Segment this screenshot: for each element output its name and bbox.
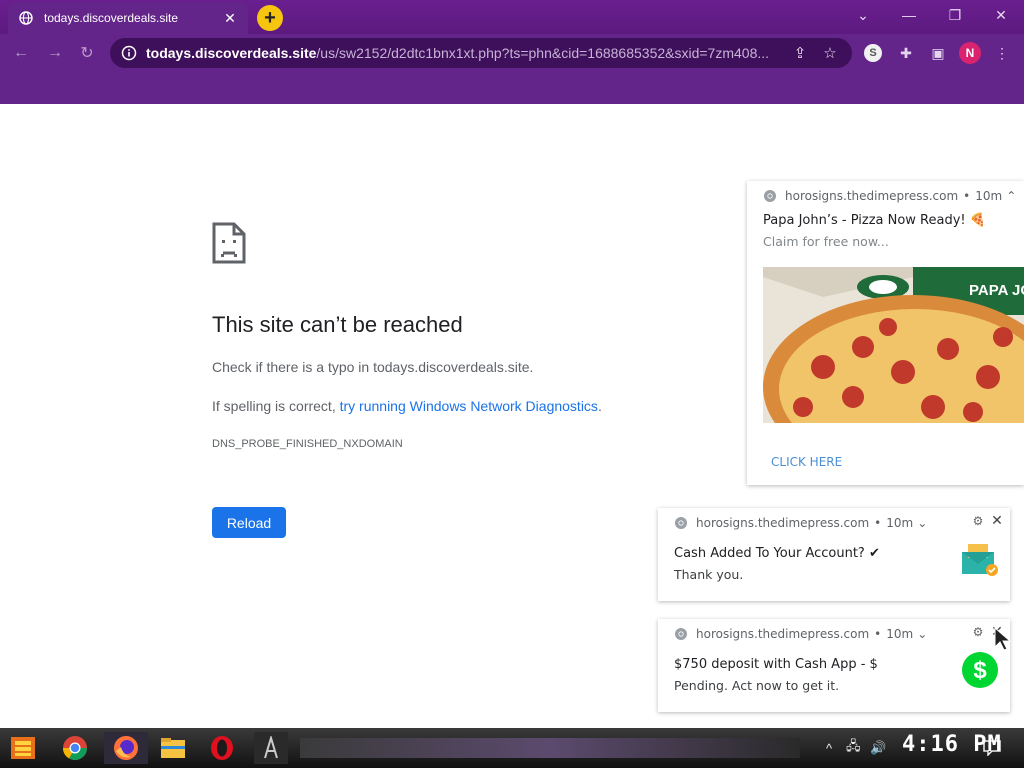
pizza-image[interactable]: PAPA JO xyxy=(763,267,1024,423)
globe-icon xyxy=(18,10,34,26)
notification-pizza[interactable]: horosigns.thedimepress.com • 10m ⌃ Papa … xyxy=(747,181,1024,485)
svg-text:PAPA JO: PAPA JO xyxy=(969,282,1024,299)
toolbar: ← → ↻ todays.discoverdeals.site/us/sw215… xyxy=(0,34,1024,72)
notification-source: horosigns.thedimepress.com xyxy=(696,627,870,641)
extension-s-icon[interactable]: S xyxy=(864,44,882,62)
app-icon[interactable] xyxy=(254,732,288,764)
notification-body: Pending. Act now to get it. xyxy=(674,678,840,693)
info-icon[interactable] xyxy=(120,44,138,62)
start-button[interactable] xyxy=(6,732,40,764)
forward-icon[interactable]: → xyxy=(42,40,68,66)
notification-title: Papa John’s - Pizza Now Ready! 🍕 xyxy=(763,213,986,228)
profile-avatar[interactable]: N xyxy=(959,42,981,64)
firefox-icon[interactable] xyxy=(104,732,148,764)
chevron-down-icon[interactable]: ⌄ xyxy=(917,516,927,530)
diagnostics-link[interactable]: try running Windows Network Diagnostics xyxy=(340,398,598,414)
screen: todays.discoverdeals.site ✕ + ⌄ — ❐ ✕ ← … xyxy=(0,0,1024,768)
chrome-icon xyxy=(764,190,776,202)
url-path: /us/sw2152/d2dtc1bnx1xt.php?ts=phn&cid=1… xyxy=(316,45,770,61)
new-tab-icon[interactable]: + xyxy=(257,5,283,31)
tab-strip: todays.discoverdeals.site ✕ + ⌄ — ❐ ✕ xyxy=(0,0,1024,34)
volume-icon[interactable]: 🔊 xyxy=(870,738,886,758)
notification-cash-added[interactable]: horosigns.thedimepress.com • 10m ⌄ ⚙ ✕ C… xyxy=(658,508,1010,601)
chevron-up-icon[interactable]: ^ xyxy=(826,738,832,758)
error-title: This site can’t be reached xyxy=(212,312,463,337)
chevron-down-icon[interactable]: ⌄ xyxy=(840,0,886,30)
money-envelope-icon xyxy=(962,544,998,576)
close-window-icon[interactable]: ✕ xyxy=(978,0,1024,30)
kebab-menu-icon[interactable]: ⋮ xyxy=(991,42,1013,64)
notification-age: 10m xyxy=(975,189,1003,203)
notification-title: Cash Added To Your Account? ✔ xyxy=(674,546,880,561)
opera-icon[interactable] xyxy=(205,732,239,764)
minimize-icon[interactable]: — xyxy=(886,0,932,30)
sad-document-icon xyxy=(212,222,246,264)
refresh-icon[interactable]: ↻ xyxy=(74,40,100,66)
notification-body: Claim for free now... xyxy=(763,234,889,249)
url-host: todays.discoverdeals.site xyxy=(146,45,317,61)
reload-button[interactable]: Reload xyxy=(212,507,286,538)
chevron-up-icon[interactable]: ⌃ xyxy=(1006,189,1016,203)
mouse-cursor-icon xyxy=(994,627,1012,651)
notification-source: horosigns.thedimepress.com xyxy=(696,516,870,530)
notification-title: $750 deposit with Cash App - $ xyxy=(674,657,878,672)
chrome-icon xyxy=(675,517,687,529)
star-icon[interactable]: ☆ xyxy=(818,41,842,65)
tab-title: todays.discoverdeals.site xyxy=(44,11,179,25)
taskbar: ^ 🖧 🔊 xyxy=(0,728,1024,768)
notification-body: Thank you. xyxy=(674,567,744,582)
close-icon[interactable]: ✕ xyxy=(990,513,1004,529)
click-here-link[interactable]: CLICK HERE xyxy=(771,455,842,469)
extensions-icon[interactable]: ✚ xyxy=(895,42,917,64)
close-icon[interactable]: ✕ xyxy=(222,10,238,26)
notification-cash-app[interactable]: horosigns.thedimepress.com • 10m ⌄ ⚙ ✕ $… xyxy=(658,619,1012,712)
side-panel-icon[interactable]: ▣ xyxy=(927,42,949,64)
taskbar-decoration xyxy=(300,738,800,758)
network-icon[interactable]: 🖧 xyxy=(846,738,861,758)
notification-age: 10m xyxy=(886,627,914,641)
gear-icon[interactable]: ⚙ xyxy=(971,625,985,639)
taskbar-clock: 4:16 PM xyxy=(902,732,1002,757)
error-hint-diagnostics: If spelling is correct, try running Wind… xyxy=(212,398,602,414)
error-hint-typo: Check if there is a typo in todays.disco… xyxy=(212,359,534,375)
url-text[interactable]: todays.discoverdeals.site/us/sw2152/d2dt… xyxy=(146,45,782,61)
share-icon[interactable]: ⇪ xyxy=(788,41,812,65)
notification-source: horosigns.thedimepress.com xyxy=(785,189,959,203)
notification-header: horosigns.thedimepress.com • 10m ⌄ xyxy=(674,627,927,641)
notification-header: horosigns.thedimepress.com • 10m ⌄ xyxy=(674,516,927,530)
back-icon[interactable]: ← xyxy=(8,40,34,66)
chrome-icon xyxy=(675,628,687,640)
page-header-band xyxy=(0,72,1024,104)
address-bar[interactable]: todays.discoverdeals.site/us/sw2152/d2dt… xyxy=(110,38,852,68)
chevron-down-icon[interactable]: ⌄ xyxy=(917,627,927,641)
gear-icon[interactable]: ⚙ xyxy=(971,514,985,528)
restore-icon[interactable]: ❐ xyxy=(932,0,978,30)
notification-age: 10m xyxy=(886,516,914,530)
file-explorer-icon[interactable] xyxy=(156,732,190,764)
error-code: DNS_PROBE_FINISHED_NXDOMAIN xyxy=(212,438,403,450)
notification-header: horosigns.thedimepress.com • 10m ⌃ xyxy=(763,189,1016,203)
svg-text:$: $ xyxy=(973,657,987,684)
cash-app-icon: $ xyxy=(962,652,998,688)
chrome-taskbar-icon[interactable] xyxy=(58,732,92,764)
active-tab[interactable]: todays.discoverdeals.site ✕ xyxy=(8,2,248,34)
